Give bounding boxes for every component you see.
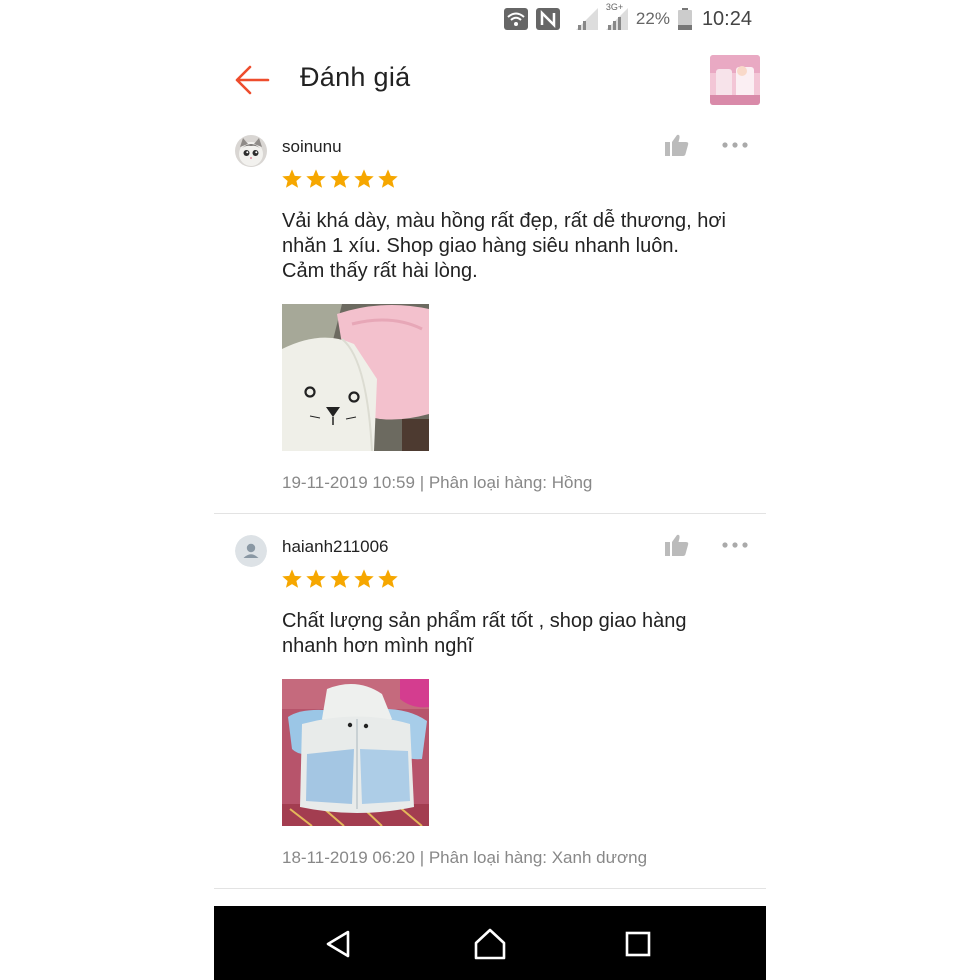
nav-recents-button[interactable] [620,926,656,962]
review-variation: | Phân loại hàng: Hồng [419,473,593,492]
signal-3g-icon: 3G+ [605,2,628,30]
system-nav-bar [214,906,766,980]
nav-back-button[interactable] [320,926,356,962]
page-title: Đánh giá [300,62,411,92]
back-button[interactable] [232,62,272,98]
thumbs-up-icon [665,134,689,156]
review-photo[interactable] [282,679,429,826]
wifi-icon [503,8,528,30]
clock: 10:24 [701,7,752,30]
star-icon [378,169,398,188]
home-icon [474,928,506,960]
avatar[interactable] [235,535,267,567]
star-icon [306,569,326,588]
review-photo[interactable] [282,304,429,451]
product-thumbnail[interactable] [710,55,760,105]
username: soinunu [282,137,342,156]
cat-avatar-icon [235,135,267,167]
review-date: 19-11-2019 10:59 [282,473,415,492]
status-bar: 3G+ 22% 10:24 [214,0,766,38]
star-icon [354,569,374,588]
thumbs-up-icon [665,534,689,556]
default-user-avatar-icon [235,535,267,567]
arrow-left-icon [235,65,270,95]
star-icon [306,169,326,188]
like-button[interactable] [664,533,690,557]
back-triangle-icon [326,930,350,958]
review-meta: 19-11-2019 10:59 | Phân loại hàng: Hồng [282,473,592,493]
star-icon [354,169,374,188]
like-button[interactable] [664,133,690,157]
network-label: 3G+ [605,2,624,12]
more-options-button[interactable] [720,538,750,552]
app-header: Đánh giá [214,48,766,112]
star-icon [330,569,350,588]
more-horizontal-icon [722,542,748,548]
username: haianh211006 [282,537,389,556]
review-date: 18-11-2019 06:20 [282,848,415,867]
divider [214,513,766,514]
more-horizontal-icon [722,142,748,148]
battery-percent: 22% [635,9,670,28]
recents-square-icon [625,931,651,957]
review-comment: Chất lượng sản phẩm rất tốt , shop giao … [282,610,687,657]
pink-hoodie-photo [282,304,429,451]
star-rating [281,168,399,190]
signal-icon [575,8,598,30]
nfc-icon [535,8,560,30]
review-item: haianh211006 Chất lượng sản phẩm rất tốt… [214,526,766,890]
star-icon [378,569,398,588]
review-item: soinunu Vải khá dày, màu hồng rất đẹp, r… [214,126,766,514]
battery-icon [677,8,692,30]
star-rating [281,568,399,590]
more-options-button[interactable] [720,138,750,152]
star-icon [282,569,302,588]
review-comment: Vải khá dày, màu hồng rất đẹp, rất dễ th… [282,210,726,282]
review-meta: 18-11-2019 06:20 | Phân loại hàng: Xanh … [282,848,647,868]
avatar[interactable] [235,135,267,167]
nav-home-button[interactable] [472,926,508,962]
divider [214,888,766,889]
review-variation: | Phân loại hàng: Xanh dương [419,848,648,867]
star-icon [330,169,350,188]
blue-hoodie-photo [282,679,429,826]
phone-screen: 3G+ 22% 10:24 Đánh giá soinunu Vải khá d… [214,0,766,980]
star-icon [282,169,302,188]
